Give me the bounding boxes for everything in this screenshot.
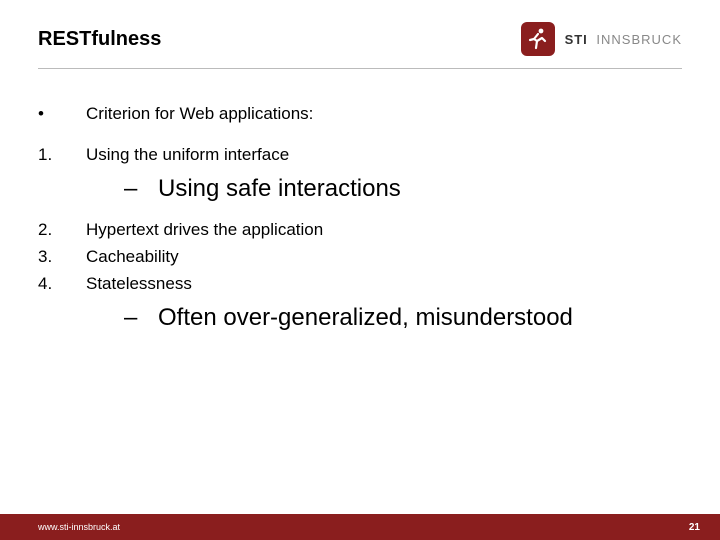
brand-text-bold: STI <box>565 32 588 47</box>
number-marker: 4. <box>38 273 86 296</box>
list-text: Using the uniform interface <box>86 144 289 167</box>
header: RESTfulness STI INNSBRUCK <box>0 0 720 64</box>
dash-marker: – <box>124 302 158 334</box>
list-item: 1. Using the uniform interface <box>38 144 682 167</box>
brand-text: STI INNSBRUCK <box>565 32 682 47</box>
list-item: 2. Hypertext drives the application <box>38 219 682 242</box>
footer-bar: www.sti-innsbruck.at 21 <box>0 514 720 540</box>
lead-bullet: • Criterion for Web applications: <box>38 103 682 126</box>
footer-url: www.sti-innsbruck.at <box>38 522 120 532</box>
list-text: Hypertext drives the application <box>86 219 323 242</box>
page-number: 21 <box>689 522 700 533</box>
list-item: 4. Statelessness <box>38 273 682 296</box>
sub-text: Often over-generalized, misunderstood <box>158 302 573 334</box>
slide-title: RESTfulness <box>38 28 161 51</box>
sub-bullet: – Often over-generalized, misunderstood <box>124 302 682 334</box>
number-marker: 2. <box>38 219 86 242</box>
number-marker: 1. <box>38 144 86 167</box>
runner-icon <box>521 22 555 56</box>
list-text: Statelessness <box>86 273 192 296</box>
content: • Criterion for Web applications: 1. Usi… <box>0 69 720 334</box>
bullet-marker: • <box>38 103 86 126</box>
brand-logo: STI INNSBRUCK <box>521 22 682 56</box>
list-item: 3. Cacheability <box>38 246 682 269</box>
number-marker: 3. <box>38 246 86 269</box>
lead-text: Criterion for Web applications: <box>86 103 313 126</box>
sub-bullet: – Using safe interactions <box>124 173 682 205</box>
sub-text: Using safe interactions <box>158 173 401 205</box>
list-text: Cacheability <box>86 246 179 269</box>
dash-marker: – <box>124 173 158 205</box>
brand-text-light: INNSBRUCK <box>596 32 682 47</box>
slide: RESTfulness STI INNSBRUCK • Criterion fo… <box>0 0 720 540</box>
